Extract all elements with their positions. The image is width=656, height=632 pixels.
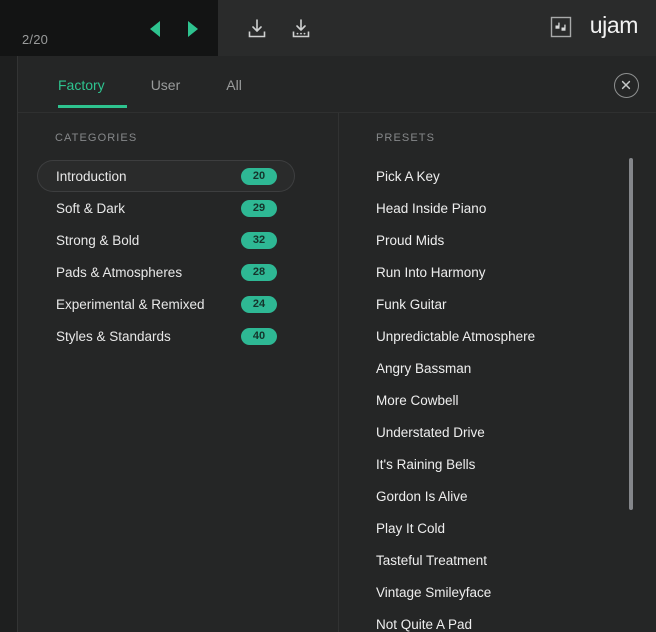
preset-row[interactable]: It's Raining Bells xyxy=(376,448,626,480)
preset-name: Funk Guitar xyxy=(376,296,447,312)
categories-list: Introduction 20 Soft & Dark 29 Strong & … xyxy=(37,160,295,352)
chevron-right-icon xyxy=(188,21,198,37)
midi-note-button[interactable] xyxy=(550,16,572,38)
preset-name: Gordon Is Alive xyxy=(376,488,468,504)
preset-row[interactable]: Funk Guitar xyxy=(376,288,626,320)
preset-name: Proud Mids xyxy=(376,232,445,248)
preset-row[interactable]: Not Quite A Pad xyxy=(376,608,626,632)
top-bar: 2/20 ujam xyxy=(0,0,656,56)
category-row[interactable]: Experimental & Remixed 24 xyxy=(37,288,295,320)
preset-name: Unpredictable Atmosphere xyxy=(376,328,536,344)
categories-heading: CATEGORIES xyxy=(55,132,138,144)
midi-note-icon xyxy=(550,16,571,37)
preset-row[interactable]: Vintage Smileyface xyxy=(376,576,626,608)
preset-nav-arrows xyxy=(140,17,206,41)
preset-row[interactable]: Play It Cold xyxy=(376,512,626,544)
category-name: Introduction xyxy=(56,168,127,184)
category-name: Pads & Atmospheres xyxy=(56,264,183,280)
category-count-badge: 29 xyxy=(241,199,277,217)
active-tab-indicator xyxy=(58,105,127,108)
preset-row[interactable]: Angry Bassman xyxy=(376,352,626,384)
left-rail xyxy=(0,56,18,632)
preset-name: Understated Drive xyxy=(376,424,485,440)
preset-name: Vintage Smileyface xyxy=(376,584,492,600)
presets-scrollbar-thumb[interactable] xyxy=(629,158,633,510)
top-bar-right-group: ujam xyxy=(550,14,638,39)
tab-user[interactable]: User xyxy=(151,77,181,107)
chevron-left-icon xyxy=(150,21,160,37)
preset-name: Angry Bassman xyxy=(376,360,472,376)
tab-factory[interactable]: Factory xyxy=(58,77,105,107)
category-count-badge: 20 xyxy=(241,167,277,185)
category-count-badge: 40 xyxy=(241,327,277,345)
preset-row[interactable]: Pick A Key xyxy=(376,160,626,192)
tab-list: Factory User All xyxy=(58,77,242,107)
preset-row[interactable]: Unpredictable Atmosphere xyxy=(376,320,626,352)
preset-row[interactable]: Tasteful Treatment xyxy=(376,544,626,576)
page-counter: 2/20 xyxy=(22,32,49,47)
prev-preset-button[interactable] xyxy=(142,17,168,41)
category-row[interactable]: Introduction 20 xyxy=(37,160,295,192)
preset-row[interactable]: Gordon Is Alive xyxy=(376,480,626,512)
preset-name: Play It Cold xyxy=(376,520,446,536)
category-row[interactable]: Styles & Standards 40 xyxy=(37,320,295,352)
category-count-badge: 24 xyxy=(241,295,277,313)
category-count-badge: 28 xyxy=(241,263,277,281)
preset-name: Not Quite A Pad xyxy=(376,616,473,632)
category-name: Strong & Bold xyxy=(56,232,140,248)
category-name: Styles & Standards xyxy=(56,328,171,344)
brand-logo: ujam xyxy=(589,12,639,38)
download-icon xyxy=(248,19,266,38)
preset-name: Head Inside Piano xyxy=(376,200,487,216)
preset-name: More Cowbell xyxy=(376,392,459,408)
category-row[interactable]: Strong & Bold 32 xyxy=(37,224,295,256)
preset-name: It's Raining Bells xyxy=(376,456,476,472)
preset-row[interactable]: Understated Drive xyxy=(376,416,626,448)
preset-row[interactable]: Head Inside Piano xyxy=(376,192,626,224)
category-count-badge: 32 xyxy=(241,231,277,249)
presets-heading: PRESETS xyxy=(376,132,436,144)
preset-name: Run Into Harmony xyxy=(376,264,486,280)
preset-row[interactable]: Proud Mids xyxy=(376,224,626,256)
category-name: Experimental & Remixed xyxy=(56,296,205,312)
preset-browser-window: 2/20 ujam Factory User All CATEGORIES In… xyxy=(0,0,656,632)
presets-scrollbar-track[interactable] xyxy=(627,150,635,620)
category-row[interactable]: Soft & Dark 29 xyxy=(37,192,295,224)
download-options-button[interactable] xyxy=(288,16,314,42)
category-name: Soft & Dark xyxy=(56,200,126,216)
tab-all[interactable]: All xyxy=(226,77,242,107)
panel-divider xyxy=(338,113,339,632)
download-buttons-group xyxy=(244,16,314,42)
preset-name: Pick A Key xyxy=(376,168,440,184)
close-icon xyxy=(621,80,631,90)
close-button[interactable] xyxy=(614,73,639,98)
download-button[interactable] xyxy=(244,16,270,42)
preset-row[interactable]: Run Into Harmony xyxy=(376,256,626,288)
category-row[interactable]: Pads & Atmospheres 28 xyxy=(37,256,295,288)
presets-list: Pick A Key Head Inside Piano Proud Mids … xyxy=(376,160,626,632)
preset-name: Tasteful Treatment xyxy=(376,552,488,568)
next-preset-button[interactable] xyxy=(180,17,206,41)
preset-row[interactable]: More Cowbell xyxy=(376,384,626,416)
download-dots-icon xyxy=(292,19,310,38)
